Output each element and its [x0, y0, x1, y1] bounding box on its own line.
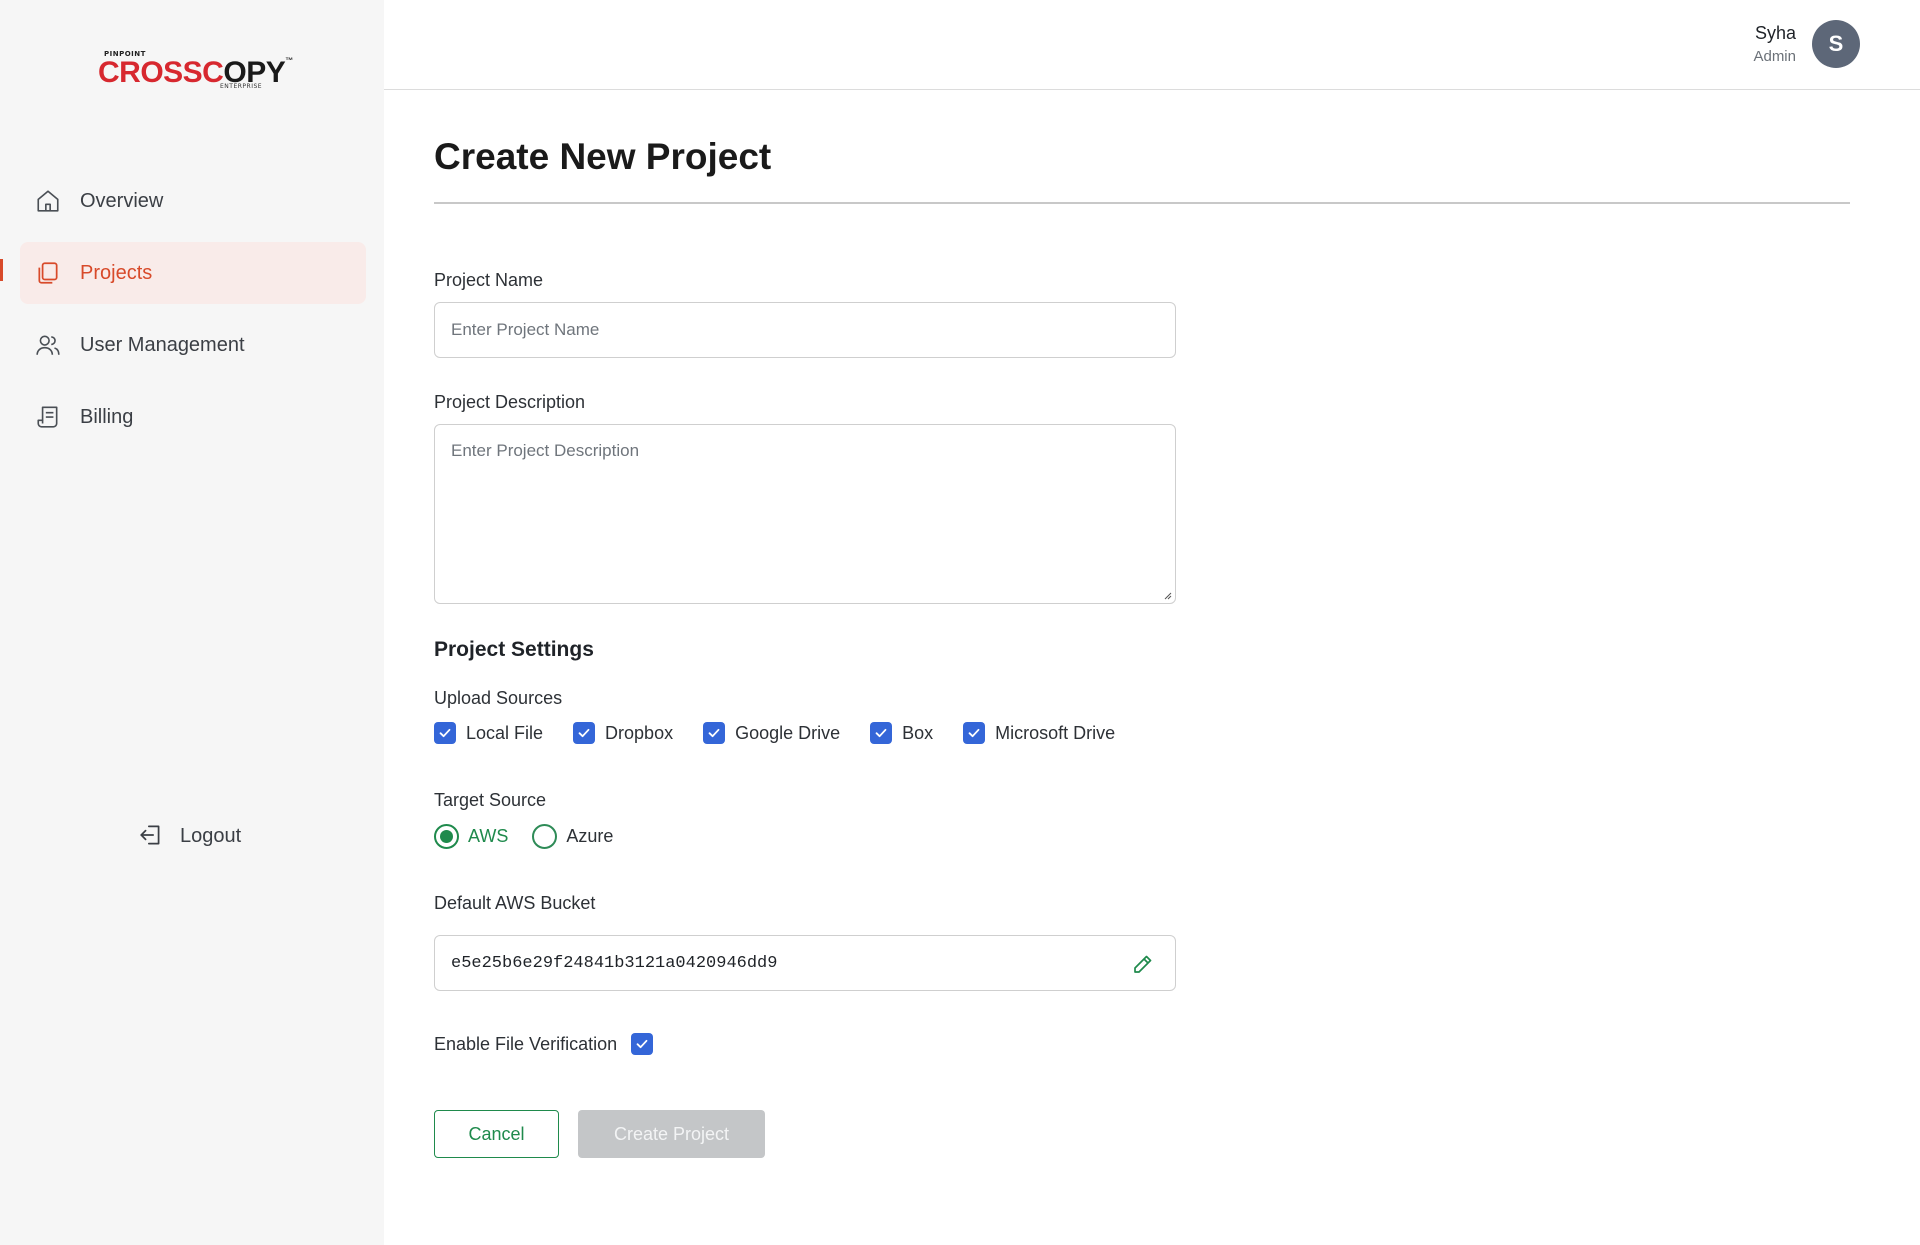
user-menu[interactable]: Syha Admin S	[1753, 20, 1860, 68]
sidebar-item-label: Billing	[80, 405, 134, 428]
checkbox-label: Local File	[466, 722, 544, 743]
title-divider	[434, 202, 1850, 204]
bucket-label: Default AWS Bucket	[434, 893, 596, 913]
checkbox-checked-icon[interactable]	[434, 722, 456, 744]
projects-icon	[34, 259, 62, 287]
radio-label: AWS	[468, 826, 509, 846]
file-verification-row: Enable File Verification	[434, 1033, 654, 1055]
logo-brand: CROSSCOPY™	[98, 56, 293, 90]
resize-handle-icon[interactable]	[1162, 590, 1172, 600]
sidebar-item-billing[interactable]: Billing	[20, 386, 366, 448]
checkbox-checked-icon[interactable]	[703, 722, 726, 744]
radio-unselected-icon[interactable]	[532, 824, 558, 849]
project-description-placeholder: Enter Project Description	[451, 441, 640, 460]
top-header: Syha Admin S	[384, 0, 1920, 90]
sidebar-item-overview[interactable]: Overview	[20, 170, 366, 232]
checkbox-label: Box	[902, 722, 934, 743]
cancel-button[interactable]: Cancel	[434, 1110, 559, 1158]
checkbox-box[interactable]: Box	[870, 722, 933, 744]
logout-button[interactable]: Logout	[138, 822, 241, 850]
project-description-label: Project Description	[434, 392, 586, 412]
logout-label: Logout	[180, 824, 242, 847]
checkbox-label: Google Drive	[735, 722, 841, 743]
sidebar-item-projects[interactable]: Projects	[20, 242, 366, 304]
file-verification-checkbox[interactable]	[631, 1033, 654, 1055]
checkbox-dropbox[interactable]: Dropbox	[573, 722, 673, 744]
crosscopy-logo[interactable]: PINPOINT CROSSCOPY™ ENTERPRISE	[98, 48, 293, 92]
checkbox-label: Dropbox	[605, 722, 674, 743]
sidebar-nav: Overview Projects User Management Billin…	[20, 170, 366, 458]
checkbox-checked-icon[interactable]	[963, 722, 986, 744]
project-description-textarea[interactable]: Enter Project Description	[434, 424, 1176, 604]
checkbox-label: Microsoft Drive	[995, 722, 1116, 743]
sidebar-item-label: Overview	[80, 189, 164, 212]
sidebar: PINPOINT CROSSCOPY™ ENTERPRISE Overview …	[0, 0, 384, 1245]
checkbox-microsoft-drive[interactable]: Microsoft Drive	[963, 722, 1115, 744]
logo-sub-text: ENTERPRISE	[220, 83, 263, 90]
avatar[interactable]: S	[1812, 20, 1860, 68]
radio-selected-icon[interactable]	[434, 824, 459, 849]
user-role: Admin	[1753, 48, 1796, 65]
home-icon	[34, 187, 62, 215]
bucket-input[interactable]: e5e25b6e29f24841b3121a0420946dd9	[434, 935, 1176, 991]
radio-label: Azure	[566, 826, 614, 846]
checkbox-local-file[interactable]: Local File	[434, 722, 543, 744]
checkbox-checked-icon[interactable]	[870, 722, 893, 744]
radio-dot	[440, 830, 453, 843]
project-name-label: Project Name	[434, 270, 544, 290]
logo-brand-red: CROSSC	[98, 56, 224, 89]
target-source-label: Target Source	[434, 790, 547, 810]
sidebar-item-user-management[interactable]: User Management	[20, 314, 366, 376]
file-verification-label: Enable File Verification	[434, 1033, 618, 1054]
target-source-group: AWS Azure	[434, 824, 637, 849]
upload-sources-group: Local File Dropbox Google Drive Box Micr…	[434, 722, 1145, 744]
radio-aws[interactable]: AWS	[434, 824, 508, 849]
bucket-value: e5e25b6e29f24841b3121a0420946dd9	[451, 953, 778, 973]
checkbox-google-drive[interactable]: Google Drive	[703, 722, 840, 744]
checkbox-checked-icon[interactable]	[573, 722, 596, 744]
radio-azure[interactable]: Azure	[532, 824, 613, 849]
logo-tm: ™	[285, 56, 293, 65]
sidebar-item-label: User Management	[80, 333, 245, 356]
page-title: Create New Project	[434, 136, 772, 177]
upload-sources-label: Upload Sources	[434, 688, 563, 708]
project-settings-title: Project Settings	[434, 638, 594, 661]
project-name-input[interactable]: Enter Project Name	[434, 302, 1176, 358]
user-name: Syha	[1754, 23, 1796, 43]
create-project-button[interactable]: Create Project	[578, 1110, 765, 1158]
logout-icon	[138, 822, 166, 850]
sidebar-item-label: Projects	[80, 261, 153, 284]
billing-icon	[34, 403, 62, 431]
user-info: Syha Admin	[1753, 23, 1796, 65]
active-indicator	[0, 259, 3, 281]
edit-pencil-icon[interactable]	[1131, 952, 1155, 976]
users-icon	[34, 331, 62, 359]
project-name-placeholder: Enter Project Name	[451, 320, 600, 339]
